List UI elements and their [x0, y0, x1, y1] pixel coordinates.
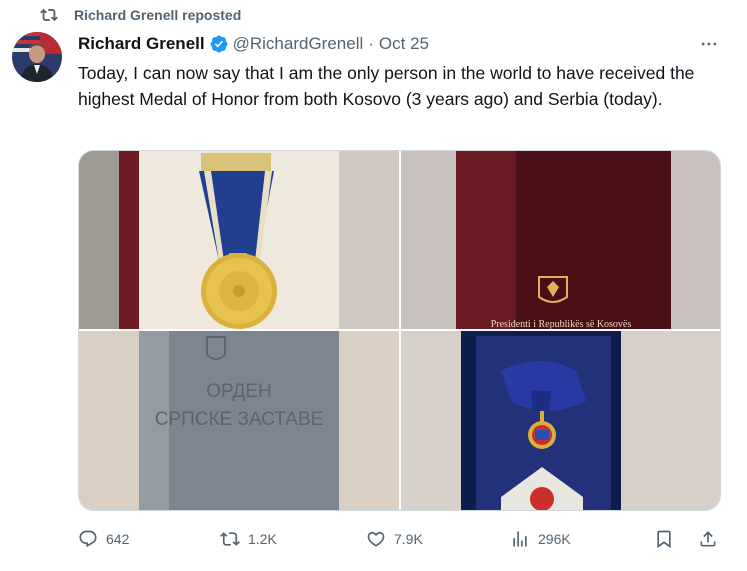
- share-icon: [700, 531, 716, 547]
- gold-medal-photo[interactable]: [79, 151, 399, 329]
- tweet-header: Richard Grenell @RichardGrenell · Oct 25: [78, 33, 429, 55]
- separator-dot: ·: [368, 34, 374, 53]
- bookmark-button[interactable]: [654, 526, 682, 552]
- avatar[interactable]: [12, 32, 62, 82]
- tweet-actions: 642 1.2K 7.9K 296K: [78, 526, 721, 552]
- share-button[interactable]: [698, 526, 726, 552]
- order-box-line1: ОРДЕН: [206, 381, 271, 402]
- serbian-order-box-photo[interactable]: ОРДЕН СРПСКЕ ЗАСТАВЕ: [79, 331, 399, 510]
- like-button[interactable]: 7.9K: [366, 526, 423, 552]
- repost-count: 1.2K: [248, 531, 277, 547]
- tweet-text: Today, I can now say that I am the only …: [78, 63, 695, 109]
- order-box-line2: СРПСКЕ ЗАСТАВЕ: [155, 409, 324, 430]
- author-name[interactable]: Richard Grenell: [78, 34, 205, 54]
- views-button[interactable]: 296K: [510, 526, 571, 552]
- repost-button[interactable]: 1.2K: [220, 526, 277, 552]
- tweet-date[interactable]: Oct 25: [379, 34, 429, 54]
- kosovo-box-caption: Presidenti i Republikës së Kosovës: [491, 319, 632, 329]
- views-chart-icon: [513, 531, 527, 547]
- reply-count: 642: [106, 531, 130, 547]
- heart-icon: [367, 531, 385, 547]
- author-handle[interactable]: @RichardGrenell: [233, 34, 364, 54]
- repost-icon: [40, 6, 58, 24]
- serbian-medal-photo[interactable]: [401, 331, 720, 510]
- bookmark-icon: [657, 530, 671, 549]
- kosovo-box-photo[interactable]: Presidenti i Republikës së Kosovës: [401, 151, 720, 329]
- verified-badge-icon[interactable]: [209, 34, 229, 54]
- more-options-icon[interactable]: [697, 34, 721, 54]
- reply-icon: [79, 530, 97, 548]
- views-count: 296K: [538, 531, 571, 547]
- media-grid: Presidenti i Republikës së Kosovës ОРДЕН…: [78, 150, 721, 511]
- repost-icon: [220, 532, 240, 546]
- repost-context[interactable]: Richard Grenell reposted: [40, 4, 241, 26]
- reply-button[interactable]: 642: [78, 526, 129, 552]
- like-count: 7.9K: [394, 531, 423, 547]
- repost-label: Richard Grenell reposted: [74, 7, 242, 23]
